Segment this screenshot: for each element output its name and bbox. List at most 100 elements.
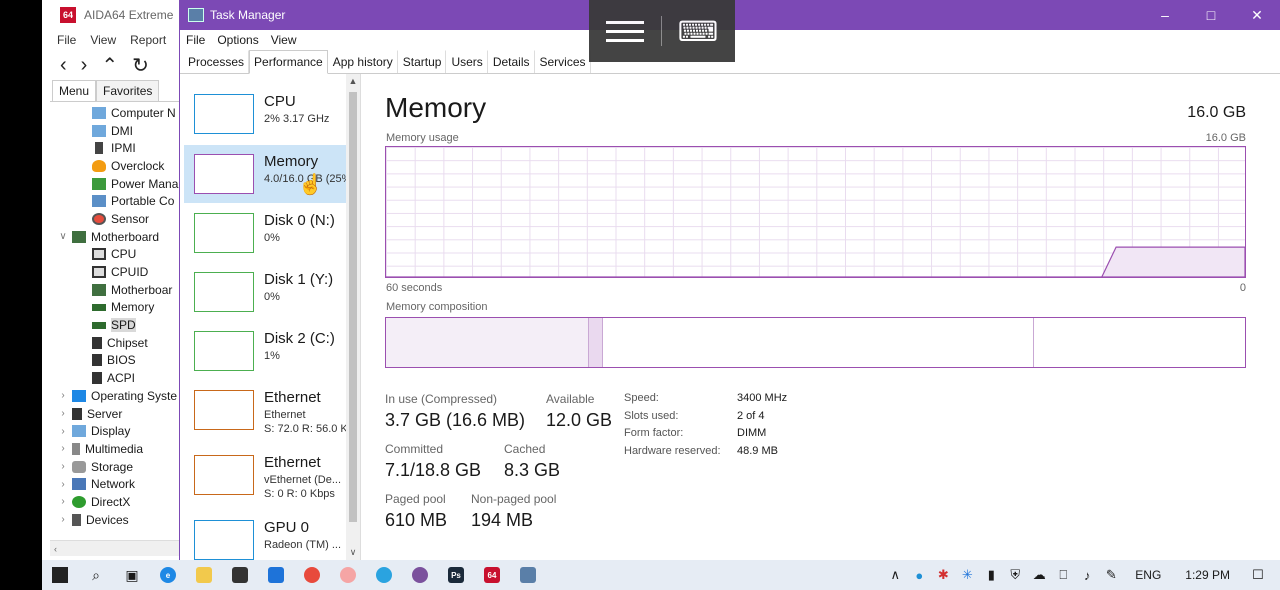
spec-key: Slots used: (624, 409, 679, 422)
panel-title: Memory (385, 92, 487, 123)
viber-icon[interactable] (402, 560, 438, 590)
scrollbar-thumb[interactable] (349, 92, 357, 522)
chrome-icon[interactable] (294, 560, 330, 590)
minimize-icon[interactable]: – (1142, 0, 1188, 30)
storage-icon[interactable]: ▮ (981, 567, 1001, 583)
edge-browser-icon[interactable]: e (150, 560, 186, 590)
spec-row-hardware-reserved: Hardware reserved: 48.9 MB (624, 445, 787, 463)
chevron-right-icon[interactable]: › (58, 408, 68, 419)
chevron-right-icon[interactable]: › (58, 461, 68, 472)
chevron-right-icon[interactable]: › (58, 496, 68, 507)
tab-users[interactable]: Users (446, 50, 488, 73)
paint-icon[interactable] (330, 560, 366, 590)
security-shield-icon[interactable]: ⛨ (1005, 567, 1025, 583)
power-plug-icon (92, 177, 106, 190)
skype-icon[interactable]: ● (909, 568, 929, 583)
aida-menu-file[interactable]: File (57, 33, 76, 47)
clock[interactable]: 1:29 PM (1185, 568, 1230, 582)
tm-menu-options[interactable]: Options (217, 33, 258, 47)
chevron-up-icon[interactable]: ∧ (885, 567, 905, 583)
perf-item-vethernet[interactable]: Ethernet vEthernet (De... S: 0 R: 0 Kbps (184, 446, 346, 504)
perf-item-sub: 0% (264, 232, 280, 244)
composition-modified (589, 318, 603, 367)
bug-icon[interactable]: ✱ (933, 567, 953, 583)
tm-menu-file[interactable]: File (186, 33, 205, 47)
chevron-right-icon[interactable]: › (58, 390, 68, 401)
network-icon[interactable]: ⎕ (1053, 567, 1073, 583)
perf-list-scrollbar[interactable]: ▲ ∨ (346, 74, 360, 560)
close-icon[interactable]: ✕ (1234, 0, 1280, 30)
task-view-icon[interactable]: ▣ (114, 560, 150, 590)
notifications-icon[interactable]: ☐ (1248, 567, 1268, 583)
chevron-down-icon[interactable]: ∨ (58, 231, 68, 242)
refresh-icon[interactable]: ↻ (132, 53, 149, 78)
stat-available: Available 12.0 GB (546, 392, 612, 431)
performance-resource-list: CPU 2% 3.17 GHz Memory 4.0/16.0 GB (25%)… (180, 74, 361, 560)
tab-processes[interactable]: Processes (183, 50, 250, 73)
keyboard-icon[interactable]: ⌨ (662, 15, 734, 48)
start-windows-icon[interactable] (42, 560, 78, 590)
forward-icon[interactable]: › (81, 54, 88, 77)
perf-item-cpu[interactable]: CPU 2% 3.17 GHz (184, 85, 346, 143)
stat-value: 610 MB (385, 510, 448, 530)
task-manager-window: Task Manager – □ ✕ File Options View Pro… (179, 0, 1280, 560)
store-icon[interactable] (222, 560, 258, 590)
spec-key: Form factor: (624, 427, 684, 440)
speaker-icon (72, 442, 80, 455)
mail-icon[interactable] (258, 560, 294, 590)
aida-menu-view[interactable]: View (90, 33, 116, 47)
perf-item-ethernet[interactable]: Ethernet Ethernet S: 72.0 R: 56.0 K (184, 381, 346, 439)
scroll-down-icon[interactable]: ∨ (346, 547, 360, 558)
telegram-icon[interactable] (366, 560, 402, 590)
perf-item-disk1[interactable]: Disk 1 (Y:) 0% (184, 263, 346, 321)
volume-icon[interactable]: ♪ (1077, 568, 1097, 583)
maximize-icon[interactable]: □ (1188, 0, 1234, 30)
scroll-up-icon[interactable]: ▲ (346, 76, 360, 86)
pen-icon[interactable]: ✎ (1101, 567, 1121, 583)
back-icon[interactable]: ‹ (60, 54, 67, 77)
tab-startup[interactable]: Startup (398, 50, 447, 73)
motherboard-icon (92, 283, 106, 296)
stat-label: Paged pool (385, 492, 446, 506)
perf-item-sub: Ethernet (264, 409, 306, 421)
aida-tab-menu[interactable]: Menu (52, 80, 97, 101)
stat-value: 3.7 GB (16.6 MB) (385, 410, 526, 430)
language-indicator[interactable]: ENG (1135, 568, 1161, 582)
tab-services[interactable]: Services (535, 50, 591, 73)
tab-details[interactable]: Details (488, 50, 535, 73)
search-icon[interactable]: ⌕ (78, 560, 114, 590)
perf-item-sub: 0% (264, 291, 280, 303)
bluetooth-icon[interactable]: ✳ (957, 567, 977, 583)
chevron-right-icon[interactable]: › (58, 479, 68, 490)
composition-label: Memory composition (386, 301, 488, 313)
aida64-taskbar-icon[interactable]: 64 (474, 560, 510, 590)
aida-menu-report[interactable]: Report (130, 33, 166, 47)
spec-row-slots: Slots used: 2 of 4 (624, 410, 787, 428)
network-icon (72, 478, 86, 491)
tm-menu-view[interactable]: View (271, 33, 297, 47)
up-icon[interactable]: ⌃ (101, 53, 118, 78)
onedrive-icon[interactable]: ☁ (1029, 567, 1049, 583)
aida64-title: AIDA64 Extreme (84, 8, 174, 22)
chevron-right-icon[interactable]: › (58, 443, 68, 454)
task-manager-taskbar-icon[interactable] (510, 560, 546, 590)
perf-item-disk2[interactable]: Disk 2 (C:) 1% (184, 322, 346, 380)
spec-value: 3400 MHz (737, 392, 788, 404)
stat-paged-pool: Paged pool 610 MB (385, 492, 447, 531)
photoshop-icon[interactable]: Ps (438, 560, 474, 590)
perf-item-disk0[interactable]: Disk 0 (N:) 0% (184, 204, 346, 262)
tab-app-history[interactable]: App history (328, 50, 398, 73)
chevron-right-icon[interactable]: › (58, 514, 68, 525)
chevron-right-icon[interactable]: › (58, 426, 68, 437)
memory-detail-panel: Memory 16.0 GB Memory usage 16.0 GB 60 s… (385, 74, 1255, 560)
composition-standby (603, 318, 1034, 367)
aida-tab-favorites[interactable]: Favorites (96, 80, 160, 101)
cpu-thumbnail-graph (194, 94, 254, 134)
spec-key: Hardware reserved: (624, 444, 721, 457)
chip-icon (92, 266, 106, 279)
hamburger-menu-icon[interactable] (589, 20, 661, 42)
perf-item-gpu[interactable]: GPU 0 Radeon (TM) ... (184, 511, 346, 560)
chip-icon (92, 372, 102, 385)
file-explorer-icon[interactable] (186, 560, 222, 590)
tab-performance[interactable]: Performance (249, 50, 328, 74)
